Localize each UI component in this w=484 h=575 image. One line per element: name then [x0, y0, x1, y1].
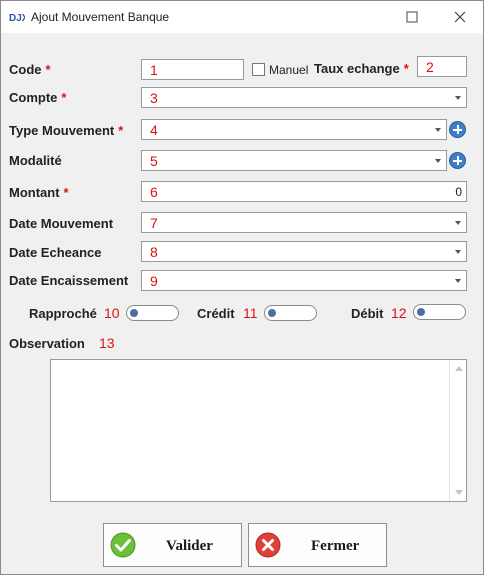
chevron-down-icon: [455, 96, 461, 100]
taux-echange-input[interactable]: 2: [417, 56, 467, 77]
svg-text:DJX: DJX: [9, 13, 25, 24]
scroll-down-icon[interactable]: [455, 490, 463, 495]
modalite-label: Modalité: [9, 153, 62, 168]
code-input[interactable]: 1: [141, 59, 244, 80]
date-encaissement-picker[interactable]: 9: [141, 270, 467, 291]
date-encaissement-value: 9: [150, 273, 158, 289]
valider-label: Valider: [166, 538, 213, 554]
required-marker: *: [63, 185, 69, 200]
date-mouvement-label: Date Mouvement: [9, 216, 114, 231]
code-value: 1: [150, 62, 158, 78]
montant-label: Montant *: [9, 185, 69, 200]
toggle-knob: [130, 309, 138, 317]
taux-echange-label: Taux echange *: [314, 61, 409, 76]
app-logo-icon: DJX: [9, 9, 25, 25]
taux-echange-value: 2: [426, 59, 434, 75]
maximize-button[interactable]: [389, 1, 435, 33]
compte-select[interactable]: 3: [141, 87, 467, 108]
window-title: Ajout Mouvement Banque: [31, 10, 170, 24]
add-modalite-button[interactable]: [449, 152, 466, 169]
type-mouvement-value: 4: [150, 122, 158, 138]
checkmark-icon: [110, 532, 136, 558]
montant-amount: 0: [455, 185, 462, 199]
date-echeance-label: Date Echeance: [9, 245, 102, 260]
maximize-icon: [406, 11, 418, 23]
date-echeance-value: 8: [150, 244, 158, 260]
add-type-mouvement-button[interactable]: [449, 121, 466, 138]
debit-toggle[interactable]: [413, 304, 466, 320]
code-label: Code *: [9, 62, 51, 77]
toggle-knob: [417, 308, 425, 316]
chevron-down-icon: [455, 221, 461, 225]
compte-value: 3: [150, 90, 158, 106]
credit-marker: 11: [243, 305, 258, 321]
observation-textarea[interactable]: [50, 359, 467, 502]
x-circle-icon: [255, 532, 281, 558]
modalite-value: 5: [150, 153, 158, 169]
required-marker: *: [45, 62, 51, 77]
fermer-button[interactable]: Fermer: [248, 523, 387, 567]
debit-label: Débit: [351, 306, 384, 321]
close-icon: [454, 11, 466, 23]
observation-label: Observation: [9, 336, 85, 351]
type-mouvement-select[interactable]: 4: [141, 119, 447, 140]
credit-label: Crédit: [197, 306, 235, 321]
montant-marker: 6: [150, 184, 158, 200]
required-marker: *: [61, 90, 67, 105]
valider-button[interactable]: Valider: [103, 523, 242, 567]
date-mouvement-picker[interactable]: 7: [141, 212, 467, 233]
scroll-up-icon[interactable]: [455, 366, 463, 371]
debit-marker: 12: [391, 305, 407, 321]
date-encaissement-label: Date Encaissement: [9, 273, 129, 288]
manuel-label: Manuel: [269, 63, 309, 77]
rapproche-label: Rapproché: [29, 306, 97, 321]
chevron-down-icon: [435, 128, 441, 132]
observation-scrollbar[interactable]: [449, 360, 466, 501]
credit-toggle[interactable]: [264, 305, 317, 321]
title-bar: DJX Ajout Mouvement Banque: [1, 1, 483, 33]
close-button[interactable]: [437, 1, 483, 33]
modalite-select[interactable]: 5: [141, 150, 447, 171]
chevron-down-icon: [435, 159, 441, 163]
observation-marker: 13: [99, 335, 115, 351]
required-marker: *: [118, 123, 124, 138]
manuel-checkbox[interactable]: [252, 63, 265, 76]
chevron-down-icon: [455, 279, 461, 283]
chevron-down-icon: [455, 250, 461, 254]
date-echeance-picker[interactable]: 8: [141, 241, 467, 262]
montant-input[interactable]: 6 0: [141, 181, 467, 202]
compte-label: Compte *: [9, 90, 67, 105]
toggle-knob: [268, 309, 276, 317]
required-marker: *: [403, 61, 409, 76]
fermer-label: Fermer: [311, 538, 360, 554]
rapproche-toggle[interactable]: [126, 305, 179, 321]
type-mouvement-label: Type Mouvement *: [9, 123, 124, 138]
rapproche-marker: 10: [104, 305, 120, 321]
dialog-window: DJX Ajout Mouvement Banque Code* 1 Manue…: [0, 0, 484, 575]
date-mouvement-value: 7: [150, 215, 158, 231]
